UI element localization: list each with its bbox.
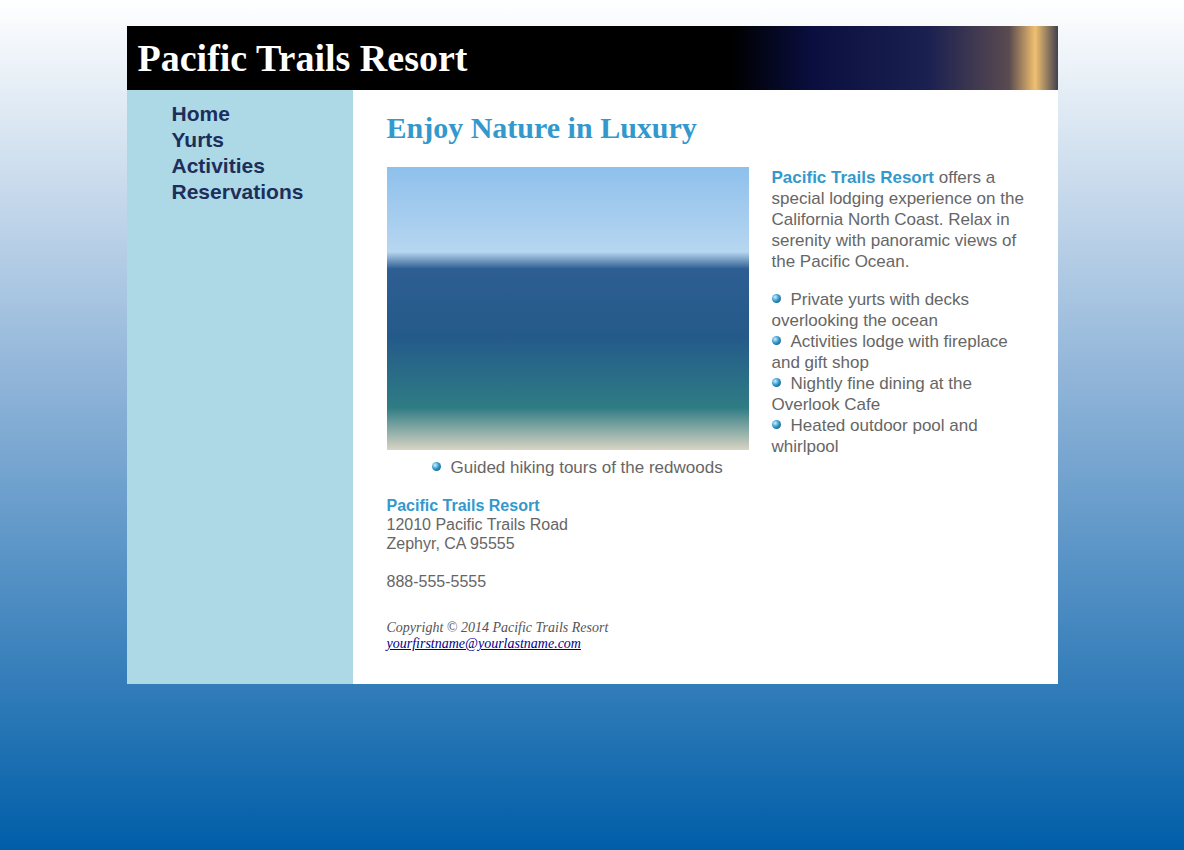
nav: HomeYurtsActivitiesReservations bbox=[127, 90, 353, 684]
feature-item: Guided hiking tours of the redwoods bbox=[432, 457, 1036, 478]
footer: Copyright © 2014 Pacific Trails Resortyo… bbox=[387, 620, 1036, 652]
contact-name: Pacific Trails Resort bbox=[387, 496, 1036, 515]
main-content: Enjoy Nature in Luxury Pacific Trails Res… bbox=[353, 90, 1058, 684]
wrapper: Pacific Trails ResortHomeYurtsActivities… bbox=[127, 26, 1058, 684]
nav-item[interactable]: Reservations bbox=[172, 179, 353, 205]
nav-item[interactable]: Home bbox=[172, 101, 353, 127]
nav-item[interactable]: Yurts bbox=[172, 127, 353, 153]
header: Pacific Trails Resort bbox=[127, 26, 1058, 90]
bullet-icon bbox=[432, 462, 441, 471]
header-photo bbox=[732, 26, 1058, 90]
site-title: Pacific Trails Resort bbox=[127, 26, 468, 90]
email-link[interactable]: yourfirstname@yourlastname.com bbox=[387, 636, 581, 651]
address-line: Zephyr, CA 95555 bbox=[387, 534, 1036, 553]
bullet-icon bbox=[772, 378, 781, 387]
nav-item[interactable]: Activities bbox=[172, 153, 353, 179]
bullet-icon bbox=[772, 294, 781, 303]
phone: 888-555-5555 bbox=[387, 572, 1036, 591]
brand: Pacific Trails Resort bbox=[772, 168, 935, 187]
body-row: HomeYurtsActivitiesReservationsEnjoy Nat… bbox=[127, 90, 1058, 684]
page: Pacific Trails ResortHomeYurtsActivities… bbox=[0, 0, 1184, 850]
heading: Enjoy Nature in Luxury bbox=[387, 110, 1036, 146]
contact: Pacific Trails Resort12010 Pacific Trail… bbox=[387, 478, 1036, 591]
bullet-icon bbox=[772, 336, 781, 345]
copyright: Copyright © 2014 Pacific Trails Resort bbox=[387, 620, 1036, 636]
address-line: 12010 Pacific Trails Road bbox=[387, 515, 1036, 534]
bullet-icon bbox=[772, 420, 781, 429]
coast-photo bbox=[387, 167, 749, 450]
